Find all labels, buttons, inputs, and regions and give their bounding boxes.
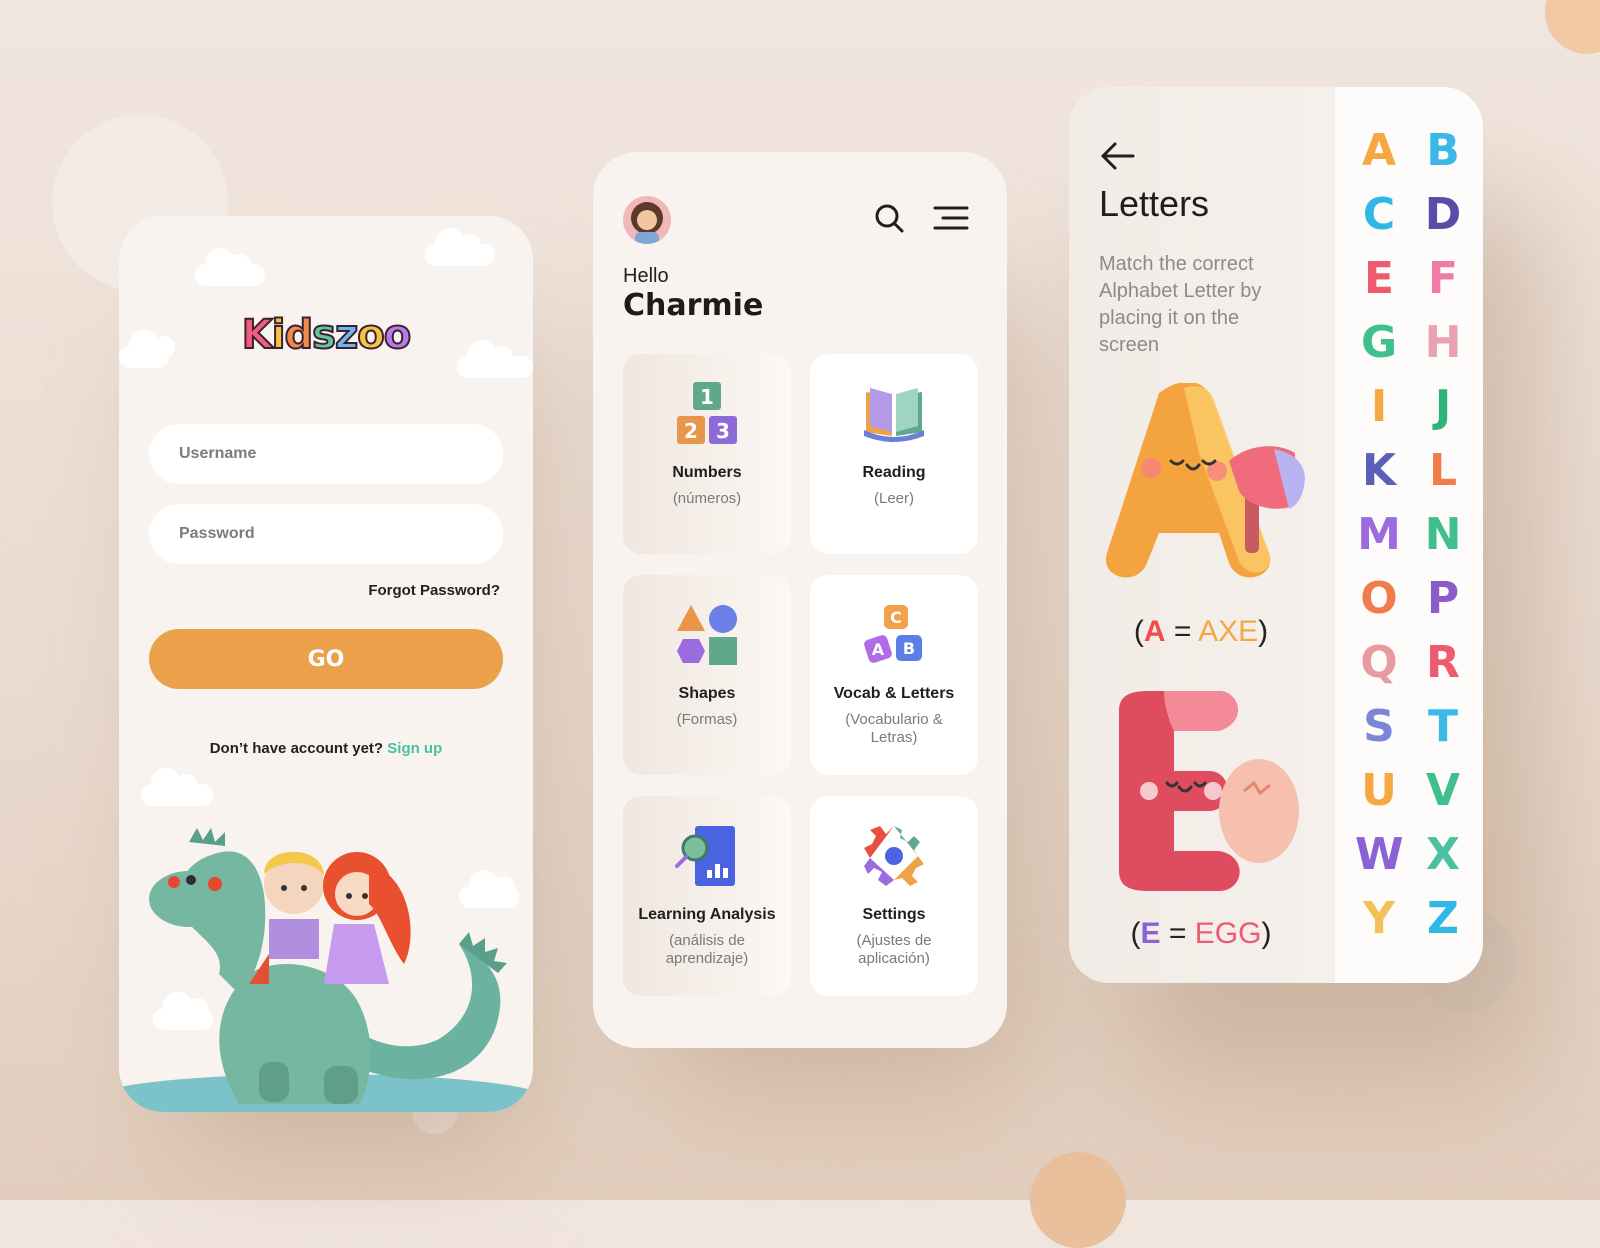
sign-up-link[interactable]: Sign up: [387, 740, 442, 757]
block-label: 2: [684, 419, 698, 443]
card-settings[interactable]: Settings (Ajustes de aplicación): [810, 796, 978, 996]
gear-icon: [864, 826, 924, 886]
alphabet-letter-n[interactable]: N: [1419, 511, 1467, 559]
block-label: 3: [716, 419, 730, 443]
alphabet-letter-t[interactable]: T: [1419, 703, 1467, 751]
card-title: Reading: [862, 464, 926, 481]
alphabet-letter-o[interactable]: O: [1355, 575, 1403, 623]
card-subtitle: (números): [672, 490, 742, 507]
card-numbers[interactable]: 1 2 3 Numbers (números): [623, 354, 791, 554]
card-subtitle: (Ajustes de aplicación): [856, 932, 932, 967]
alphabet-letter-h[interactable]: H: [1419, 319, 1467, 367]
card-subtitle: (Formas): [676, 711, 738, 728]
page-title: Letters: [1099, 183, 1210, 224]
cloud: [195, 248, 265, 286]
example-a-equation: (A = AXE): [1133, 615, 1269, 648]
cloud: [457, 340, 533, 378]
block-label: A: [872, 640, 885, 659]
letters-screen: Letters Match the correct Alphabet Lette…: [1069, 87, 1483, 983]
block-label: C: [890, 608, 902, 627]
user-name: Charmie: [623, 288, 764, 323]
logo-letter: o: [356, 311, 386, 359]
dragon-kids-illustration: [119, 828, 533, 1112]
logo-letter: d: [284, 311, 315, 359]
alphabet-letter-m[interactable]: M: [1355, 511, 1403, 559]
go-button[interactable]: GO: [149, 629, 503, 689]
search-icon[interactable]: [873, 202, 905, 234]
alphabet-letter-a[interactable]: A: [1355, 127, 1403, 175]
analysis-icon: [675, 826, 735, 886]
alphabet-letter-c[interactable]: C: [1355, 191, 1403, 239]
back-arrow-icon[interactable]: [1099, 141, 1135, 171]
card-subtitle: (Leer): [873, 490, 914, 507]
alphabet-letter-i[interactable]: I: [1355, 383, 1403, 431]
menu-icon[interactable]: [933, 202, 969, 234]
card-title: Shapes: [678, 685, 736, 702]
alphabet-letter-f[interactable]: F: [1419, 255, 1467, 303]
alphabet-letter-d[interactable]: D: [1419, 191, 1467, 239]
logo-letter: i: [271, 311, 287, 359]
card-subtitle: (análisis de aprendizaje): [665, 932, 749, 967]
home-screen: Hello Charmie 1 2 3 Numbers (números) Re…: [593, 152, 1007, 1048]
greeting: Hello: [623, 265, 669, 287]
alphabet-letter-x[interactable]: X: [1419, 831, 1467, 879]
card-learning-analysis[interactable]: Learning Analysis (análisis de aprendiza…: [623, 796, 791, 996]
number-blocks-icon: 1 2 3: [677, 382, 737, 444]
example-letter: E: [1140, 917, 1161, 950]
block-label: B: [903, 639, 915, 658]
alphabet-letter-s[interactable]: S: [1355, 703, 1403, 751]
example-word: EGG: [1194, 917, 1262, 950]
signup-prompt: Don’t have account yet? Sign up: [119, 740, 533, 757]
no-account-text: Don’t have account yet?: [209, 740, 384, 757]
alphabet-sidebar: ABCDEFGHIJKLMNOPQRSTUVWXYZ: [1335, 87, 1483, 983]
password-field[interactable]: [149, 504, 503, 564]
bg-circle-bottom: [1030, 1152, 1126, 1248]
alphabet-letter-b[interactable]: B: [1419, 127, 1467, 175]
alphabet-letter-l[interactable]: L: [1419, 447, 1467, 495]
card-vocab-letters[interactable]: C A B Vocab & Letters (Vocabulario & Let…: [810, 575, 978, 775]
letter-a-axe-illustration[interactable]: [1099, 383, 1309, 583]
alphabet-letter-j[interactable]: J: [1419, 383, 1467, 431]
alphabet-letter-v[interactable]: V: [1419, 767, 1467, 815]
card-title: Learning Analysis: [638, 906, 776, 923]
logo-letter: K: [241, 311, 274, 359]
alphabet-letter-u[interactable]: U: [1355, 767, 1403, 815]
alphabet-letter-q[interactable]: Q: [1355, 639, 1403, 687]
shapes-icon: [677, 605, 737, 665]
kidszoo-logo: Kidszoo: [119, 311, 533, 359]
instructions: Match the correct Alphabet Letter by pla…: [1099, 253, 1262, 356]
card-reading[interactable]: Reading (Leer): [810, 354, 978, 554]
cloud: [425, 228, 495, 266]
logo-letter: z: [334, 311, 359, 359]
card-title: Numbers: [672, 464, 742, 481]
alphabet-letter-y[interactable]: Y: [1355, 895, 1403, 943]
example-e-equation: (E = EGG): [1130, 917, 1272, 950]
example-word: AXE: [1198, 615, 1259, 648]
letter-blocks-icon: C A B: [864, 605, 922, 663]
card-subtitle: (Vocabulario & Letras): [845, 711, 943, 746]
alphabet-letter-r[interactable]: R: [1419, 639, 1467, 687]
block-label: 1: [700, 385, 714, 409]
login-screen: Kidszoo Forgot Password? GO Don’t have a…: [119, 216, 533, 1112]
card-title: Settings: [862, 906, 926, 923]
logo-letter: s: [311, 311, 337, 359]
username-field[interactable]: [149, 424, 503, 484]
card-shapes[interactable]: Shapes (Formas): [623, 575, 791, 775]
alphabet-letter-g[interactable]: G: [1355, 319, 1403, 367]
alphabet-letter-k[interactable]: K: [1355, 447, 1403, 495]
alphabet-letter-w[interactable]: W: [1355, 831, 1404, 879]
alphabet-letter-p[interactable]: P: [1419, 575, 1467, 623]
logo-letter: o: [383, 311, 413, 359]
avatar[interactable]: [623, 196, 671, 244]
letter-e-egg-illustration[interactable]: [1109, 691, 1299, 901]
alphabet-letter-e[interactable]: E: [1355, 255, 1403, 303]
alphabet-letter-z[interactable]: Z: [1419, 895, 1467, 943]
bg-circle-top-right: [1545, 0, 1600, 54]
card-title: Vocab & Letters: [833, 685, 955, 702]
forgot-password-link[interactable]: Forgot Password?: [368, 582, 500, 599]
book-icon: [864, 388, 924, 442]
cloud: [141, 768, 213, 806]
example-letter: A: [1143, 615, 1166, 648]
